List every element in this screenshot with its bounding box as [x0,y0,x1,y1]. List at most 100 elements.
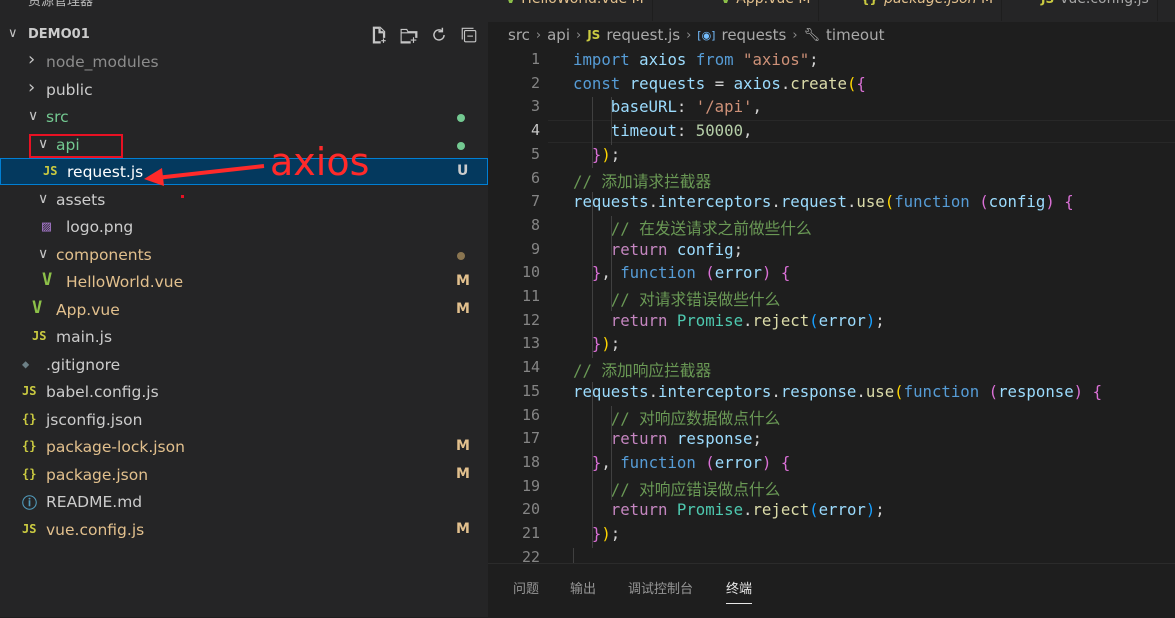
tree-item-babel-config-js[interactable]: JS babel.config.js [0,379,488,406]
tree-item-node-modules[interactable]: › node_modules [0,49,488,76]
chevron-right-icon: › [686,27,692,43]
annotation-label: axios [270,140,370,184]
code-line[interactable]: requests.interceptors.request.use(functi… [573,192,1074,211]
variable-icon: [◉] [697,28,716,42]
new-folder-icon[interactable] [398,24,420,46]
tab-label: App.vue [736,0,794,7]
breadcrumb-item-request-js[interactable]: request.js [606,26,680,44]
code-line[interactable]: }); [573,145,620,164]
indent-guide [592,97,593,169]
tab-status-badge: M [794,0,810,7]
tree-item-label: babel.config.js [46,383,159,401]
tab-vue-config-js[interactable]: JS vue.config.js [1033,0,1158,21]
code-line[interactable]: import axios from "axios"; [573,50,819,69]
line-number: 10 [521,263,540,282]
line-number: 6 [530,168,540,187]
tree-item-components[interactable]: ∨ components [0,242,488,269]
tree-item-vue-config-js[interactable]: JS vue.config.js M [0,517,488,544]
tree-item-helloworld-vue[interactable]: V HelloWorld.vue M [0,269,488,296]
tree-item-label: HelloWorld.vue [66,273,184,291]
chevron-right-icon: › [28,49,36,70]
panel-tab-2[interactable]: 调试控制台 [628,578,693,597]
refresh-icon[interactable] [428,24,450,46]
tree-item-jsconfig-json[interactable]: {} jsconfig.json [0,407,488,434]
tree-item-package-lock-json[interactable]: {} package-lock.json M [0,434,488,461]
chevron-down-icon: ∨ [38,190,49,207]
line-number: 3 [530,97,540,116]
tab-helloworld-vue[interactable]: V HelloWorld.vue M [498,0,653,21]
tree-item-app-vue[interactable]: V App.vue M [0,297,488,324]
line-number: 7 [530,192,540,211]
code-line[interactable]: requests.interceptors.response.use(funct… [573,382,1102,401]
code-line[interactable]: // 对请求错误做些什么 [573,287,781,310]
git-status-badge: M [456,465,470,482]
panel-tab-1[interactable]: 输出 [570,578,596,597]
code-line[interactable]: // 对响应错误做点什么 [573,477,781,500]
tree-item-label: jsconfig.json [46,410,143,429]
collapse-all-icon[interactable] [458,24,480,46]
code-line[interactable]: // 添加请求拦截器 [573,169,711,192]
panel-tab-3[interactable]: 终端 [726,578,753,604]
annotation-dot [181,195,184,198]
tree-item-main-js[interactable]: JS main.js [0,324,488,351]
javascript-file-icon: JS [587,28,601,42]
javascript-file-icon: JS [22,521,37,536]
tab-label: package.json [884,0,976,7]
vue-file-icon: V [721,0,730,6]
git-file-icon: ◆ [22,356,30,371]
tree-item--gitignore[interactable]: ◆ .gitignore [0,352,488,379]
bottom-panel: 问题 输出 调试控制台 终端 [488,563,1175,618]
tab-status-badge: M [627,0,644,7]
tree-item-label: src [46,108,69,126]
chevron-down-icon: ∨ [38,245,49,262]
tree-item-public[interactable]: › public [0,77,488,104]
line-number: 19 [521,476,540,495]
tab-app-vue[interactable]: V App.vue M [713,0,820,21]
code-line[interactable]: // 在发送请求之前做些什么 [573,216,812,239]
indent-guide [611,215,612,311]
new-file-icon[interactable] [368,24,390,46]
js-file-icon: JS [1041,0,1054,6]
javascript-file-icon: JS [43,164,58,178]
breadcrumb-item-timeout[interactable]: timeout [826,26,884,44]
json-file-icon: {} [22,466,37,481]
breadcrumb-item-requests[interactable]: requests [721,26,786,44]
line-number: 18 [521,452,540,471]
tree-item-package-json[interactable]: {} package.json M [0,462,488,489]
line-number: 17 [521,429,540,448]
code-line[interactable]: timeout: 50000, [573,121,753,140]
code-line[interactable]: }); [573,334,620,353]
line-number: 14 [521,358,540,377]
code-line[interactable]: const requests = axios.create({ [573,74,866,93]
chevron-right-icon: › [792,27,798,43]
breadcrumb-item-api[interactable]: api [547,26,570,44]
tree-item-logo-png[interactable]: ▨ logo.png [0,214,488,241]
indent-guide [592,192,593,359]
tree-item-src[interactable]: ∨ src [0,104,488,131]
code-line[interactable]: // 对响应数据做点什么 [573,406,781,429]
tree-item-readme-md[interactable]: ⓘ README.md [0,489,488,516]
code-line[interactable]: return Promise.reject(error); [573,311,885,330]
code-line[interactable]: // 添加响应拦截器 [573,358,711,381]
line-number: 1 [530,50,540,68]
code-line[interactable]: }, function (error) { [573,453,790,472]
modified-dot [457,141,465,150]
code-line[interactable]: }); [573,524,620,543]
line-number: 8 [530,215,540,234]
indent-guide [611,405,612,501]
line-number: 11 [521,287,540,305]
code-line[interactable]: return config; [573,240,743,259]
panel-tab-0[interactable]: 问题 [513,578,539,597]
code-line[interactable]: return response; [573,429,762,448]
code-line[interactable]: return Promise.reject(error); [573,500,885,519]
breadcrumb-item-src[interactable]: src [508,26,530,44]
line-number: 22 [521,547,540,563]
code-editor[interactable]: 1 import axios from "axios"; 2 const reques… [488,48,1175,563]
javascript-file-icon: JS [22,384,37,398]
tree-item-label: node_modules [46,53,159,71]
code-line[interactable]: baseURL: '/api', [573,97,762,116]
project-header[interactable]: ∨ DEMO01 [0,22,488,48]
code-line[interactable]: }, function (error) { [573,263,790,282]
image-file-icon: ▨ [42,217,52,235]
tab-package-json[interactable]: {} package.json M [853,0,1003,21]
